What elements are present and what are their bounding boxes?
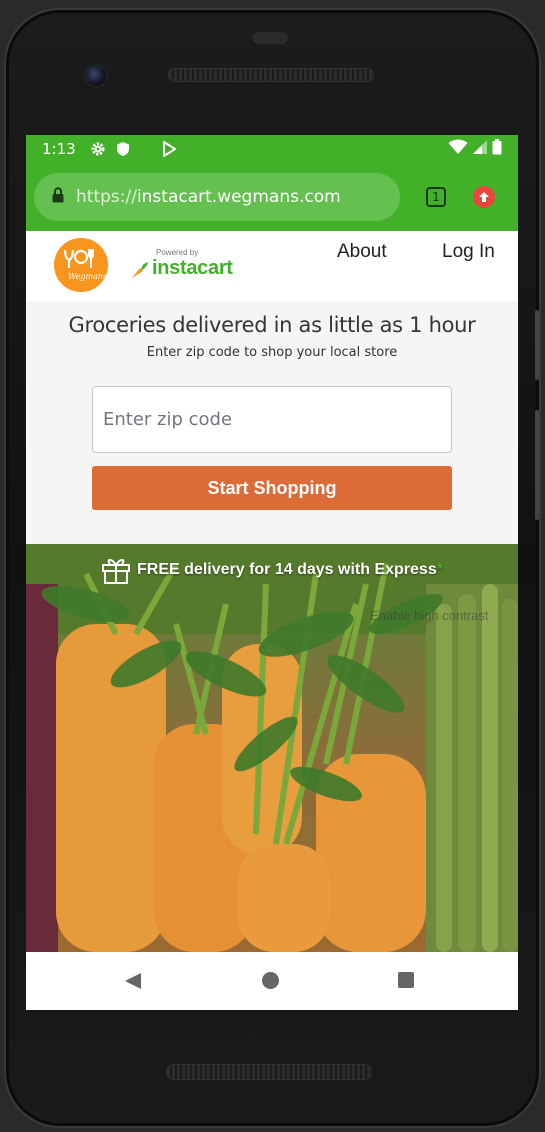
about-link[interactable]: About — [337, 241, 387, 263]
url-host: instacart.wegmans.com — [136, 187, 341, 207]
screen: 1:13 https://instacart.wegmans.com 1 Weg… — [26, 135, 518, 1010]
carrot-icon — [130, 260, 150, 285]
instacart-wordmark: instacart — [152, 257, 233, 279]
status-bar: 1:13 — [26, 135, 518, 163]
power-button — [535, 410, 539, 520]
start-shopping-button[interactable]: Start Shopping — [92, 466, 452, 510]
status-time: 1:13 — [42, 140, 76, 158]
home-icon[interactable] — [262, 972, 279, 989]
android-nav-bar — [26, 952, 518, 1010]
browser-toolbar: https://instacart.wegmans.com 1 — [26, 163, 518, 231]
banner-text: FREE delivery for 14 days with Express — [137, 561, 437, 578]
top-speaker — [168, 68, 374, 82]
bottom-speaker — [166, 1064, 372, 1080]
signal-icon — [472, 139, 488, 160]
recents-icon[interactable] — [398, 972, 414, 988]
site-header: Wegmans Powered by instacart About Log I… — [26, 231, 518, 301]
high-contrast-link[interactable]: Enable high contrast — [370, 608, 489, 623]
shield-icon — [116, 141, 130, 157]
gift-icon — [101, 556, 131, 584]
carrots-image — [26, 544, 518, 952]
settings-icon — [90, 141, 106, 157]
banner-asterisk: * — [436, 561, 443, 578]
logo-text: Wegmans — [68, 272, 108, 281]
address-bar[interactable]: https://instacart.wegmans.com — [34, 173, 400, 221]
powered-by-text: Powered by — [156, 248, 199, 257]
zip-form-section: Groceries delivered in as little as 1 ho… — [26, 301, 518, 544]
hero-subtitle: Enter zip code to shop your local store — [146, 345, 398, 360]
update-icon[interactable] — [473, 186, 495, 208]
tab-switcher-button[interactable]: 1 — [426, 187, 446, 207]
url-text: https://instacart.wegmans.com — [76, 187, 341, 207]
hero-title: Groceries delivered in as little as 1 ho… — [68, 313, 476, 337]
top-sensor — [252, 32, 288, 44]
lock-icon — [52, 186, 64, 208]
free-delivery-banner[interactable]: FREE delivery for 14 days with Express * — [26, 556, 518, 584]
url-scheme: https:// — [76, 187, 137, 207]
front-camera — [84, 64, 108, 88]
status-right-icons — [448, 138, 502, 160]
volume-button — [535, 310, 539, 380]
zip-code-input[interactable] — [92, 386, 452, 453]
promo-image: FREE delivery for 14 days with Express * … — [26, 544, 518, 952]
login-link[interactable]: Log In — [442, 241, 495, 263]
back-icon[interactable] — [124, 972, 142, 995]
wifi-icon — [448, 139, 468, 160]
wegmans-logo[interactable]: Wegmans — [54, 238, 108, 292]
play-store-icon — [162, 141, 176, 157]
battery-icon — [492, 138, 502, 160]
